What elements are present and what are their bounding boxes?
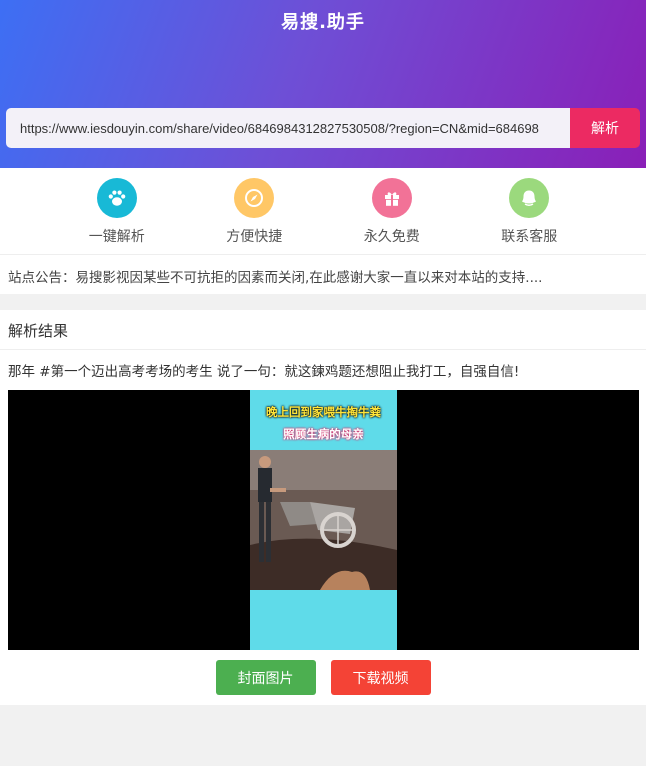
feature-label: 永久免费 (363, 229, 420, 245)
feature-one-click-parse[interactable]: 一键解析 (72, 178, 162, 254)
notice-label: 站点公告： (8, 270, 76, 286)
video-frame: 晚上回到家喂牛掏牛粪 照顾生病的母亲 (250, 390, 397, 650)
feature-contact-support[interactable]: 联系客服 (484, 178, 574, 254)
video-player[interactable]: 晚上回到家喂牛掏牛粪 照顾生病的母亲 (8, 390, 639, 650)
site-notice: 站点公告：易搜影视因某些不可抗拒的因素而关闭,在此感谢大家一直以来对本站的支持.… (0, 254, 646, 294)
result-panel: 解析结果 那年 #第一个迈出高考考场的考生 说了一句：就这鍊鸡题还想阻止我打工，… (0, 310, 646, 705)
video-scene-image (250, 450, 397, 590)
feature-label: 一键解析 (88, 229, 145, 245)
header-banner: 易搜.助手 解析 (0, 0, 646, 168)
result-title: 解析结果 (0, 310, 646, 350)
customer-service-icon (509, 178, 550, 218)
url-input[interactable] (6, 108, 570, 148)
feature-free-forever[interactable]: 永久免费 (347, 178, 437, 254)
feature-label: 方便快捷 (226, 229, 283, 245)
result-actions: 封面图片 下载视频 (0, 660, 646, 695)
feature-bar: 一键解析 方便快捷 永久免费 联系客服 (0, 168, 646, 254)
paw-icon (96, 178, 137, 218)
cover-image-button[interactable]: 封面图片 (215, 660, 316, 695)
video-title: 那年 #第一个迈出高考考场的考生 说了一句：就这鍊鸡题还想阻止我打工，自强自信! (8, 364, 520, 380)
feature-convenient[interactable]: 方便快捷 (209, 178, 299, 254)
compass-icon (234, 178, 275, 218)
parse-button[interactable]: 解析 (570, 108, 640, 148)
url-search-bar: 解析 (6, 108, 640, 148)
video-caption-line1: 晚上回到家喂牛掏牛粪 (266, 405, 381, 419)
download-video-button[interactable]: 下载视频 (330, 660, 431, 695)
feature-label: 联系客服 (501, 229, 558, 245)
video-caption-line2: 照顾生病的母亲 (283, 427, 364, 441)
notice-text: 易搜影视因某些不可抗拒的因素而关闭,在此感谢大家一直以来对本站的支持.... (75, 270, 543, 286)
gift-icon (371, 178, 412, 218)
brand-logo: 易搜.助手 (281, 12, 365, 33)
